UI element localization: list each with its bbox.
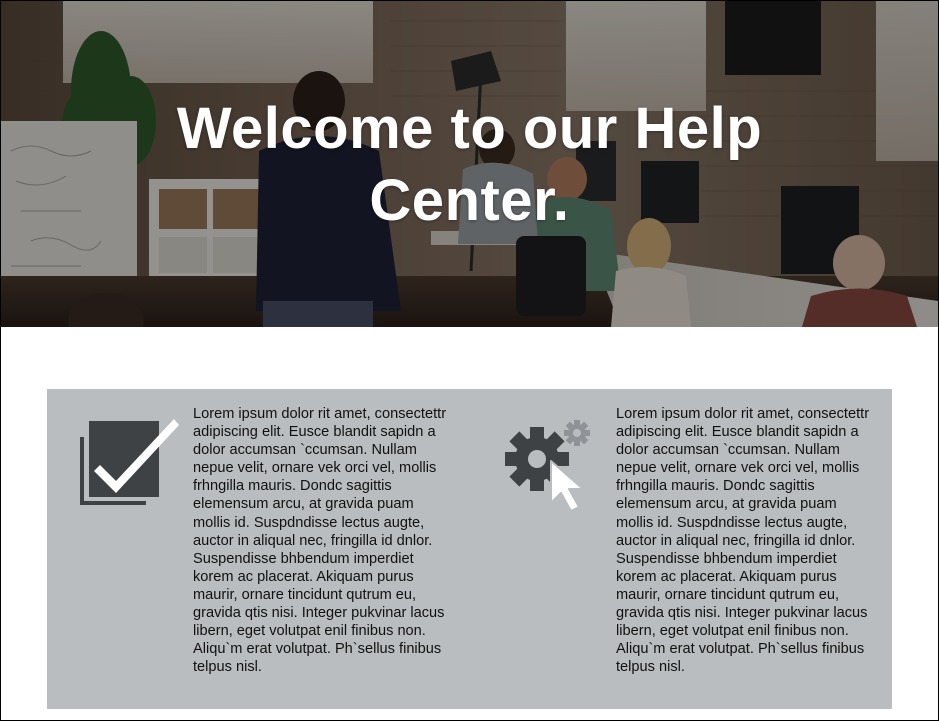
feature-item: Lorem ipsum dolor rit amet, consectettr … bbox=[469, 389, 892, 709]
feature-description: Lorem ipsum dolor rit amet, consectettr … bbox=[616, 406, 870, 676]
feature-description: Lorem ipsum dolor rit amet, consectettr … bbox=[193, 406, 447, 676]
gears-cursor-icon bbox=[505, 420, 590, 511]
checkbox-icon bbox=[80, 419, 179, 505]
feature-item: Lorem ipsum dolor rit amet, consectettr … bbox=[47, 389, 469, 709]
help-center-page: Welcome to our Help Center. Lorem ipsum … bbox=[0, 0, 939, 721]
feature-panel: Lorem ipsum dolor rit amet, consectettr … bbox=[47, 389, 892, 709]
hero-banner: Welcome to our Help Center. bbox=[1, 1, 938, 327]
hero-title: Welcome to our Help Center. bbox=[176, 96, 763, 233]
